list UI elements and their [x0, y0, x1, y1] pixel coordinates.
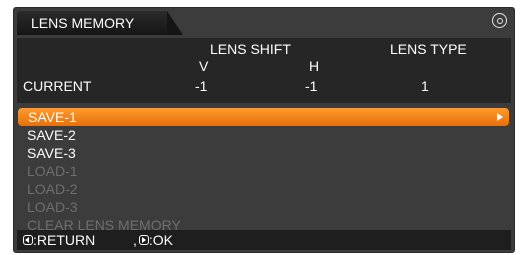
ok-separator: , — [133, 232, 137, 248]
menu-item-load-3: LOAD-3 — [17, 198, 511, 216]
lens-memory-menu: SAVE-1 SAVE-2 SAVE-3 LOAD-1 LOAD-2 LOAD-… — [17, 108, 511, 233]
h-column-label: H — [309, 58, 320, 74]
menu-item-load-1: LOAD-1 — [17, 162, 511, 180]
lens-type-header: LENS TYPE — [390, 41, 467, 57]
lens-memory-dialog: LENS MEMORY LENS SHIFT LENS TYPE V H CUR… — [13, 7, 515, 253]
dialog-title: LENS MEMORY — [31, 15, 135, 31]
menu-item-save-1[interactable]: SAVE-1 — [18, 108, 509, 126]
title-tab: LENS MEMORY — [17, 11, 183, 35]
menu-item-label: SAVE-2 — [27, 127, 76, 143]
current-label: CURRENT — [23, 78, 92, 94]
lens-shift-header: LENS SHIFT — [210, 41, 291, 57]
menu-item-label: LOAD-1 — [27, 163, 78, 179]
lens-info-panel: LENS SHIFT LENS TYPE V H CURRENT -1 -1 1 — [17, 38, 511, 103]
right-button-icon — [138, 235, 149, 246]
ok-label: :OK — [148, 232, 174, 248]
menu-item-load-2: LOAD-2 — [17, 180, 511, 198]
return-label: :RETURN — [33, 232, 96, 248]
v-column-label: V — [199, 58, 209, 74]
menu-item-save-3[interactable]: SAVE-3 — [17, 144, 511, 162]
menu-item-label: LOAD-3 — [27, 199, 78, 215]
arrow-right-icon — [497, 113, 503, 121]
menu-item-label: LOAD-2 — [27, 181, 78, 197]
current-v-value: -1 — [195, 78, 208, 94]
left-button-icon — [23, 235, 33, 246]
menu-item-label: SAVE-3 — [27, 145, 76, 161]
return-hint[interactable]: :RETURN — [23, 230, 95, 250]
current-lens-type-value: 1 — [421, 78, 429, 94]
footer-help: :RETURN , :OK — [17, 230, 511, 250]
settings-target-icon — [492, 13, 507, 28]
ok-hint[interactable]: , :OK — [133, 230, 173, 250]
menu-item-label: SAVE-1 — [28, 109, 77, 125]
menu-item-save-2[interactable]: SAVE-2 — [17, 126, 511, 144]
current-h-value: -1 — [305, 78, 318, 94]
